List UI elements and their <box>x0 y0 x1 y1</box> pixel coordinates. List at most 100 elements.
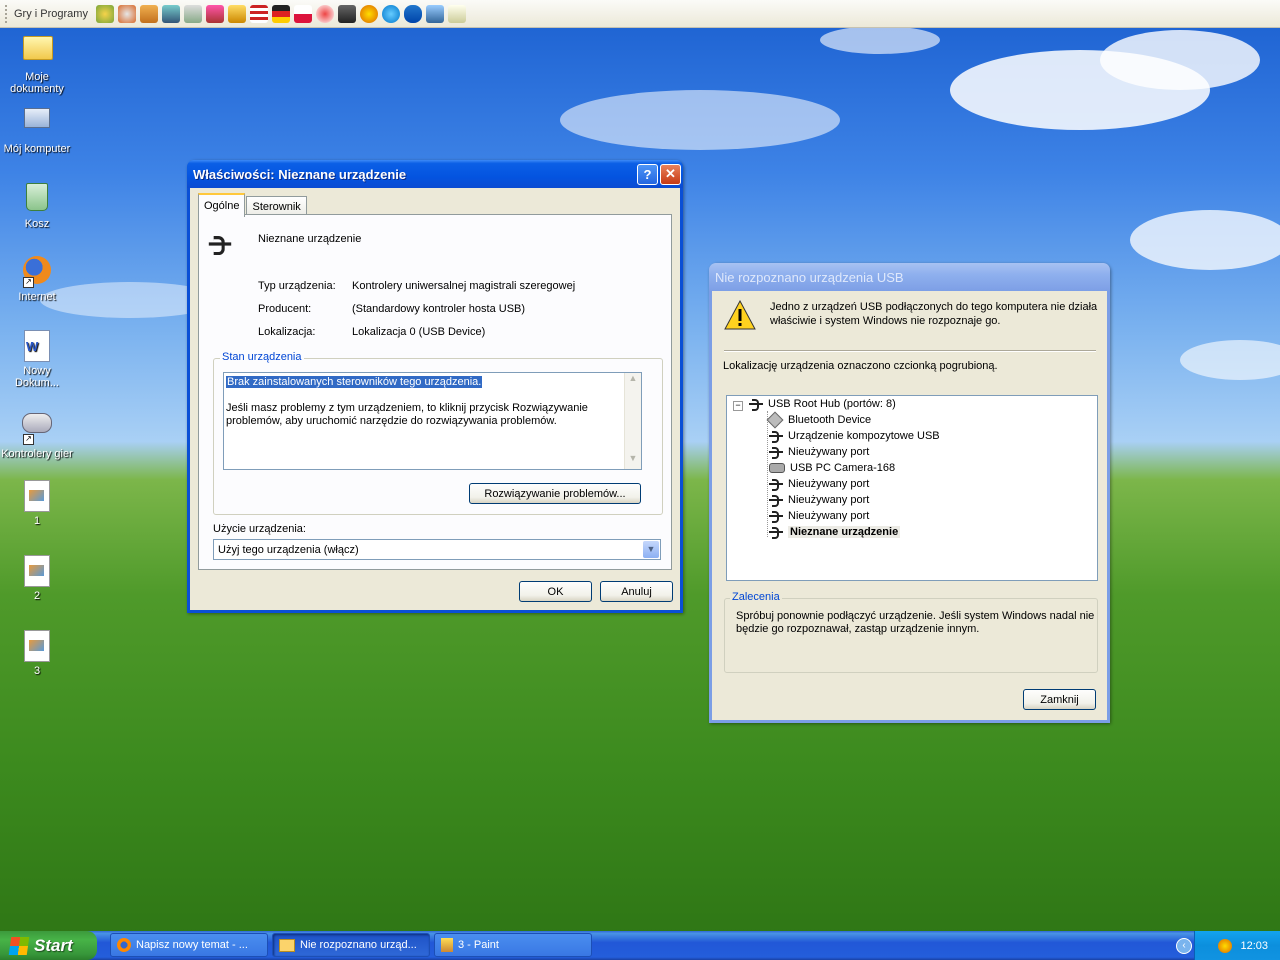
taskbar-item-usb-dialog[interactable]: Nie rozpoznano urząd... <box>272 933 430 957</box>
record-icon[interactable] <box>315 4 334 23</box>
ok-button[interactable]: OK <box>519 581 592 602</box>
drive-icon[interactable] <box>139 4 158 23</box>
camera-icon <box>769 463 785 473</box>
desktop-icon-my-documents[interactable]: Moje dokumenty <box>0 30 74 95</box>
device-status-textbox[interactable]: Brak zainstalowanych sterowników tego ur… <box>223 372 642 470</box>
desktop-icon-label: Nowy <box>23 365 51 377</box>
manufacturer-label: Producent: <box>258 303 312 315</box>
scroll-up-icon[interactable]: ▲ <box>625 373 641 389</box>
joystick-icon <box>22 413 52 433</box>
device-type-label: Typ urządzenia: <box>258 280 336 292</box>
tree-node[interactable]: Urządzenie kompozytowe USB <box>769 430 940 443</box>
cancel-button[interactable]: Anuluj <box>600 581 673 602</box>
desktop-icon-label: 3 <box>33 665 41 677</box>
game-icon[interactable] <box>95 4 114 23</box>
skype-icon[interactable] <box>381 4 400 23</box>
clock[interactable]: 12:03 <box>1240 940 1268 952</box>
usage-select[interactable]: Użyj tego urządzenia (włącz) ▼ <box>213 539 661 560</box>
recommendation-text: będzie go rozpoznawał, zastąp urządzenie… <box>736 623 980 635</box>
recommendations-title: Zalecenia <box>730 591 782 603</box>
desktop-icon-recycle-bin[interactable]: Kosz <box>0 180 74 230</box>
taskbar-item-firefox[interactable]: Napisz nowy temat - ... <box>110 933 268 957</box>
tray-app-icon[interactable] <box>1218 938 1233 953</box>
tree-node[interactable]: USB PC Camera-168 <box>769 462 895 474</box>
desktop-icon-internet[interactable]: ↗ Internet <box>0 254 74 303</box>
status-scrollbar[interactable]: ▲ ▼ <box>624 373 641 469</box>
tool-icon[interactable] <box>183 4 202 23</box>
desktop-icon-label: dokumenty <box>10 83 64 95</box>
tree-node[interactable]: Nieużywany port <box>769 510 869 523</box>
close-button[interactable]: ✕ <box>660 163 681 185</box>
camera-icon[interactable] <box>337 4 356 23</box>
tree-node[interactable]: Nieużywany port <box>769 494 870 507</box>
help-button[interactable]: ? <box>637 163 658 185</box>
start-label: Start <box>34 935 73 955</box>
usb-device-tree[interactable]: − USB Root Hub (portów: 8) Bluetooth Dev… <box>726 395 1098 581</box>
usb-icon <box>208 236 232 256</box>
warning-icon <box>724 300 756 330</box>
desktop-icon-new-document[interactable]: Nowy Dokum... <box>0 330 74 389</box>
tree-node-label: Nieużywany port <box>788 478 870 490</box>
bluetooth-icon[interactable] <box>403 4 422 23</box>
desktop-icon-file-2[interactable]: 2 <box>0 555 74 602</box>
image-file-icon <box>24 555 50 587</box>
task-label: Napisz nowy temat - ... <box>136 939 248 951</box>
paint-icon <box>441 938 453 952</box>
toolbar-title[interactable]: Gry i Programy <box>14 8 88 20</box>
usb-port-icon <box>769 511 783 523</box>
firefox-icon <box>117 938 131 952</box>
notes-icon[interactable] <box>447 4 466 23</box>
properties-titlebar[interactable]: Właściwości: Nieznane urządzenie ? ✕ <box>187 160 683 188</box>
close-dialog-button[interactable]: Zamknij <box>1023 689 1096 710</box>
start-button[interactable]: Start <box>0 931 97 960</box>
toolbar-grip[interactable] <box>5 4 10 23</box>
flag-poland-icon[interactable] <box>293 4 312 23</box>
desktop-icon-game-controllers[interactable]: ↗ Kontrolery gier <box>0 405 74 460</box>
flag-germany-icon[interactable] <box>271 4 290 23</box>
tree-node-label: Nieużywany port <box>788 494 870 506</box>
location-value: Lokalizacja 0 (USB Device) <box>352 326 486 338</box>
media-icon[interactable] <box>161 4 180 23</box>
tab-driver[interactable]: Sterownik <box>246 196 307 216</box>
troubleshoot-button[interactable]: Rozwiązywanie problemów... <box>469 483 641 504</box>
properties-dialog: Właściwości: Nieznane urządzenie ? ✕ Ogó… <box>187 160 683 613</box>
pencil-icon[interactable] <box>227 4 246 23</box>
chevron-down-icon[interactable]: ▼ <box>643 541 659 558</box>
sound-icon[interactable] <box>205 4 224 23</box>
tab-panel-general: Nieznane urządzenie Typ urządzenia: Kont… <box>198 214 672 570</box>
sun-icon[interactable] <box>359 4 378 23</box>
word-document-icon <box>24 330 50 362</box>
tree-node[interactable]: Nieużywany port <box>769 478 870 491</box>
usb-port-icon <box>769 447 783 459</box>
usb-hint: Lokalizację urządzenia oznaczono czcionk… <box>723 360 998 372</box>
tab-general[interactable]: Ogólne <box>198 193 246 217</box>
scroll-down-icon[interactable]: ▼ <box>625 453 641 469</box>
chevron-left-icon[interactable]: ‹ <box>1176 938 1192 954</box>
taskbar-item-paint[interactable]: 3 - Paint <box>434 933 592 957</box>
desktop-icon-my-computer[interactable]: Mój komputer <box>0 106 74 155</box>
tree-node[interactable]: Nieużywany port <box>769 446 870 459</box>
network-icon[interactable] <box>425 4 444 23</box>
desktop-icon-label: Kosz <box>24 218 50 230</box>
firefox-icon[interactable] <box>117 4 136 23</box>
tree-node[interactable]: Bluetooth Device <box>766 411 871 429</box>
usb-message: właściwie i system Windows nie rozpoznaj… <box>770 315 1001 327</box>
collapse-icon[interactable]: − <box>733 401 743 411</box>
flag-usa-icon[interactable] <box>249 4 268 23</box>
quick-launch-toolbar: Gry i Programy <box>0 0 1280 28</box>
tree-node-unknown-device[interactable]: Nieznane urządzenie <box>769 526 901 539</box>
desktop-icon-label: Kontrolery gier <box>1 448 73 460</box>
status-line: Jeśli masz problemy z tym urządzeniem, t… <box>226 402 588 414</box>
tree-node-label: Nieużywany port <box>788 446 870 458</box>
desktop-icon-label: Internet <box>18 291 56 303</box>
desktop-icon-file-1[interactable]: 1 <box>0 480 74 527</box>
desktop-icon-file-3[interactable]: 3 <box>0 630 74 677</box>
usage-select-value: Użyj tego urządzenia (włącz) <box>218 544 359 556</box>
usb-dialog-titlebar[interactable]: Nie rozpoznano urządzenia USB <box>709 263 1110 291</box>
window-title: Nie rozpoznano urządzenia USB <box>715 269 904 285</box>
tree-node-root[interactable]: USB Root Hub (portów: 8) <box>749 398 896 411</box>
tree-node-label: USB PC Camera-168 <box>790 462 896 474</box>
shortcut-arrow-icon: ↗ <box>23 277 34 288</box>
task-label: 3 - Paint <box>458 939 499 951</box>
status-selected-line: Brak zainstalowanych sterowników tego ur… <box>226 376 483 388</box>
